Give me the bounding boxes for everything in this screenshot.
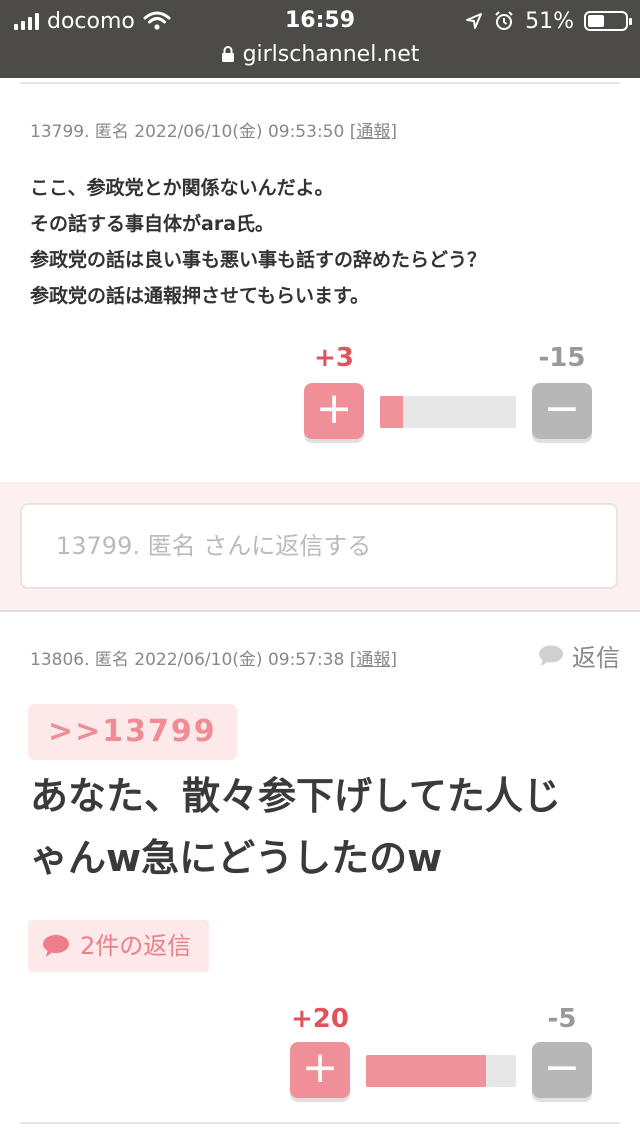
reply-input[interactable]: 13799. 匿名 さんに返信する xyxy=(20,503,618,589)
address-bar[interactable]: girlschannel.net xyxy=(0,38,640,70)
battery-icon xyxy=(584,11,632,31)
browser-top-bar: docomo 16:59 51% girlschannel.net xyxy=(0,0,640,78)
minus-vote-button[interactable]: − xyxy=(532,383,592,439)
comment-author: 匿名 xyxy=(94,122,129,142)
report-link[interactable]: 通報 xyxy=(356,650,390,670)
replies-count-label: 2件の返信 xyxy=(80,932,192,960)
reply-label: 返信 xyxy=(572,644,620,672)
plus-vote-count: +3 xyxy=(314,343,354,373)
plus-vote-button[interactable]: + xyxy=(304,383,364,439)
lock-icon xyxy=(221,46,234,62)
minus-vote-button[interactable]: − xyxy=(532,1042,592,1098)
comment-number: 13799. xyxy=(30,122,90,142)
comment-line: ここ、参政党とか関係ないんだよ。 xyxy=(30,177,334,199)
report-link[interactable]: 通報 xyxy=(356,122,390,142)
plus-vote-button[interactable]: + xyxy=(290,1042,350,1098)
reply-section: 13799. 匿名 さんに返信する xyxy=(0,482,640,610)
minus-vote-count: -15 xyxy=(538,343,586,373)
comment-line: 参政党の話は良い事も悪い事も話すの辞めたらどう？ xyxy=(30,249,487,271)
comment-datetime: 2022/06/10(金) 09:53:50 xyxy=(134,122,345,142)
speech-bubble-icon xyxy=(43,935,69,957)
comment-body: あなた、散々参下げしてた人じ ゃんw急にどうしたのw xyxy=(30,765,620,889)
comment-line: その話する事自体がara氏。 xyxy=(30,213,275,235)
location-arrow-icon xyxy=(466,13,483,29)
vote-ratio-bar xyxy=(380,396,516,428)
url-text[interactable]: girlschannel.net xyxy=(243,42,420,67)
comment-datetime: 2022/06/10(金) 09:57:38 xyxy=(134,650,345,670)
alarm-icon xyxy=(495,11,513,30)
vote-ratio-fill xyxy=(380,396,404,428)
divider xyxy=(20,1122,620,1124)
reply-button[interactable]: 返信 xyxy=(538,638,620,673)
comment-meta: 13806. 匿名 2022/06/10(金) 09:57:38 [通報] xyxy=(30,650,397,670)
battery-percent: 51% xyxy=(525,8,574,34)
replies-count-button[interactable]: 2件の返信 xyxy=(28,920,210,972)
comment-body: ここ、参政党とか関係ないんだよ。 その話する事自体がara氏。 参政党の話は良い… xyxy=(30,170,486,314)
comment-number: 13806. xyxy=(30,650,90,670)
comment-meta: 13799. 匿名 2022/06/10(金) 09:53:50 [通報] xyxy=(30,122,397,142)
comment-line: あなた、散々参下げしてた人じ xyxy=(30,774,561,818)
comment-line: 参政党の話は通報押させてもらいます。 xyxy=(30,285,370,307)
comment-author: 匿名 xyxy=(94,650,129,670)
comment-line: ゃんw急にどうしたのw xyxy=(30,836,443,880)
anchor-link[interactable]: >>13799 xyxy=(28,704,237,760)
plus-vote-count: +20 xyxy=(291,1004,349,1034)
minus-vote-count: -5 xyxy=(547,1004,577,1034)
status-right: 51% xyxy=(465,6,632,36)
speech-bubble-icon xyxy=(539,645,563,666)
divider xyxy=(20,82,620,84)
divider xyxy=(0,610,640,612)
vote-ratio-bar xyxy=(366,1055,516,1087)
vote-ratio-fill xyxy=(366,1055,486,1087)
